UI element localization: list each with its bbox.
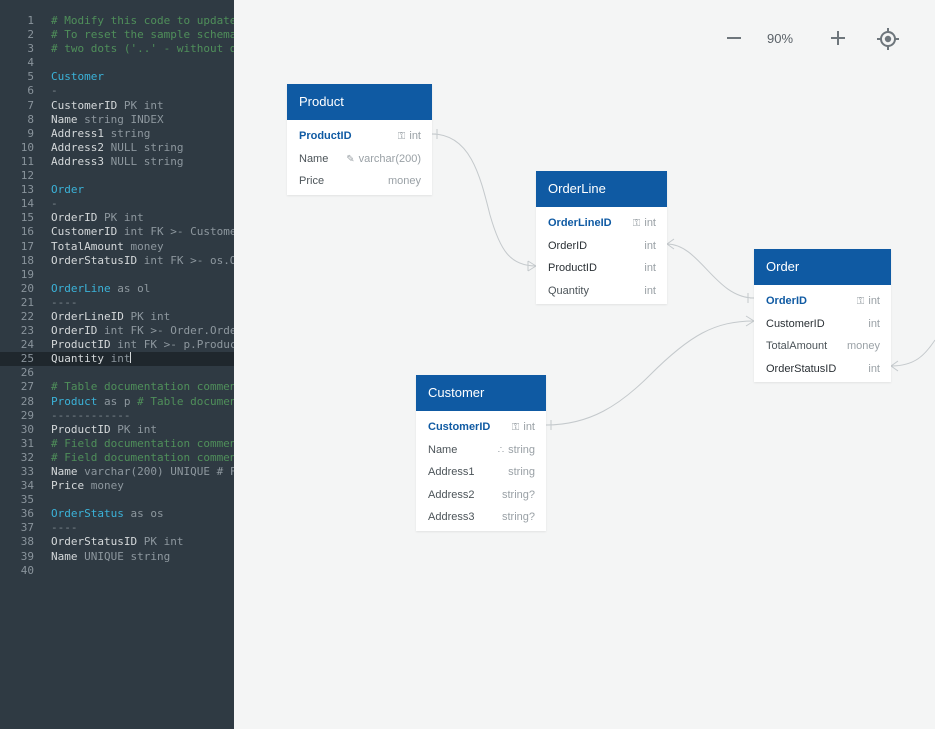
field-row[interactable]: OrderID ⚿ int [754, 290, 891, 313]
field-name: CustomerID [766, 317, 825, 330]
index-icon: ∴ [497, 444, 505, 456]
field-type: ⚿ int [857, 290, 880, 314]
zoom-level: 90% [766, 31, 794, 46]
field-name: OrderLineID [548, 217, 612, 229]
table-header[interactable]: Order [754, 249, 891, 285]
field-type-label: int [523, 421, 535, 433]
field-type-label: varchar(200) [358, 152, 421, 165]
field-name: ProductID [548, 262, 597, 274]
field-type: int [868, 313, 880, 336]
key-icon: ⚿ [856, 296, 865, 307]
field-type-label: int [644, 284, 656, 297]
field-type: ⚿ int [633, 212, 656, 236]
wrench-icon: ✎ [346, 153, 355, 165]
field-name: Name [428, 443, 458, 456]
field-name: CustomerID [428, 421, 491, 433]
field-row[interactable]: ProductID ⚿ int [287, 125, 432, 148]
field-type: ⚿ int [398, 125, 421, 149]
zoom-out-button[interactable] [723, 27, 745, 49]
field-type-label: string? [501, 511, 535, 523]
field-row[interactable]: TotalAmount money [754, 335, 891, 358]
field-list: OrderID ⚿ int CustomerID int TotalAmount money… [754, 285, 891, 382]
field-type: ✎ varchar(200) [346, 148, 421, 172]
field-list: OrderLineID ⚿ int OrderID int ProductID int Qua… [536, 207, 667, 304]
field-type: ∴ string [498, 439, 535, 463]
field-type-label: string? [501, 488, 535, 501]
table-order[interactable]: Order OrderID ⚿ int CustomerID int TotalAmount… [754, 249, 891, 382]
field-list: ProductID ⚿ int Name ✎ varchar(200) Price money [287, 120, 432, 195]
key-icon: ⚿ [632, 218, 641, 229]
zoom-in-button[interactable] [827, 27, 849, 49]
field-name: OrderStatusID [766, 362, 837, 375]
field-row[interactable]: Address1 string [416, 461, 546, 484]
relation-order-orderstatus [890, 339, 935, 367]
field-type: string? [502, 506, 535, 529]
field-type-label: int [644, 262, 656, 274]
table-header[interactable]: Product [287, 84, 432, 120]
field-name: Address3 [428, 511, 475, 523]
field-row[interactable]: Name ✎ varchar(200) [287, 148, 432, 171]
field-row[interactable]: OrderID int [536, 235, 667, 258]
field-type: money [388, 170, 421, 193]
field-name: ProductID [299, 130, 352, 142]
field-row[interactable]: OrderLineID ⚿ int [536, 212, 667, 235]
field-name: Address1 [428, 466, 475, 478]
field-type-label: int [868, 295, 880, 307]
field-type: ⚿ int [512, 416, 535, 440]
field-row[interactable]: CustomerID int [754, 313, 891, 336]
field-type-label: int [868, 317, 880, 330]
table-product[interactable]: Product ProductID ⚿ int Name ✎ varchar(200) Pri… [287, 84, 432, 195]
field-row[interactable]: OrderStatusID int [754, 358, 891, 381]
field-row[interactable]: Quantity int [536, 280, 667, 303]
field-type: int [644, 280, 656, 303]
field-type: string [508, 461, 535, 484]
field-type: money [847, 335, 880, 358]
field-type: int [868, 358, 880, 381]
field-type-label: int [644, 239, 656, 252]
field-row[interactable]: ProductID int [536, 257, 667, 280]
table-header[interactable]: Customer [416, 375, 546, 411]
field-type: string? [502, 484, 535, 507]
field-name: OrderID [548, 239, 588, 252]
field-row[interactable]: Address2 string? [416, 484, 546, 507]
key-icon: ⚿ [511, 422, 520, 433]
relation-product-orderline [431, 133, 537, 267]
field-row[interactable]: Name ∴ string [416, 439, 546, 462]
field-type-label: string [508, 466, 535, 478]
field-name: Address2 [428, 488, 475, 501]
relation-customer-order [545, 320, 755, 426]
field-name: Quantity [548, 284, 589, 297]
table-customer[interactable]: Customer CustomerID ⚿ int Name ∴ string Address… [416, 375, 546, 531]
field-row[interactable]: Address3 string? [416, 506, 546, 529]
field-name: TotalAmount [766, 340, 828, 352]
field-list: CustomerID ⚿ int Name ∴ string Address1 string A… [416, 411, 546, 531]
field-type-label: money [846, 340, 880, 352]
field-name: Name [299, 152, 329, 165]
field-type-label: int [868, 362, 880, 375]
table-orderline[interactable]: OrderLine OrderLineID ⚿ int OrderID int Produc… [536, 171, 667, 304]
field-name: Price [299, 175, 325, 187]
field-row[interactable]: Price money [287, 170, 432, 193]
relation-orderline-order [666, 243, 755, 299]
field-type-label: int [409, 130, 421, 142]
field-type-label: money [387, 175, 421, 187]
field-name: OrderID [766, 295, 807, 307]
key-icon: ⚿ [397, 131, 406, 142]
field-type: int [644, 235, 656, 258]
field-type: int [644, 257, 656, 280]
field-type-label: int [644, 217, 656, 229]
recenter-icon[interactable] [876, 27, 900, 51]
field-type-label: string [508, 443, 535, 456]
table-header[interactable]: OrderLine [536, 171, 667, 207]
field-row[interactable]: CustomerID ⚿ int [416, 416, 546, 439]
